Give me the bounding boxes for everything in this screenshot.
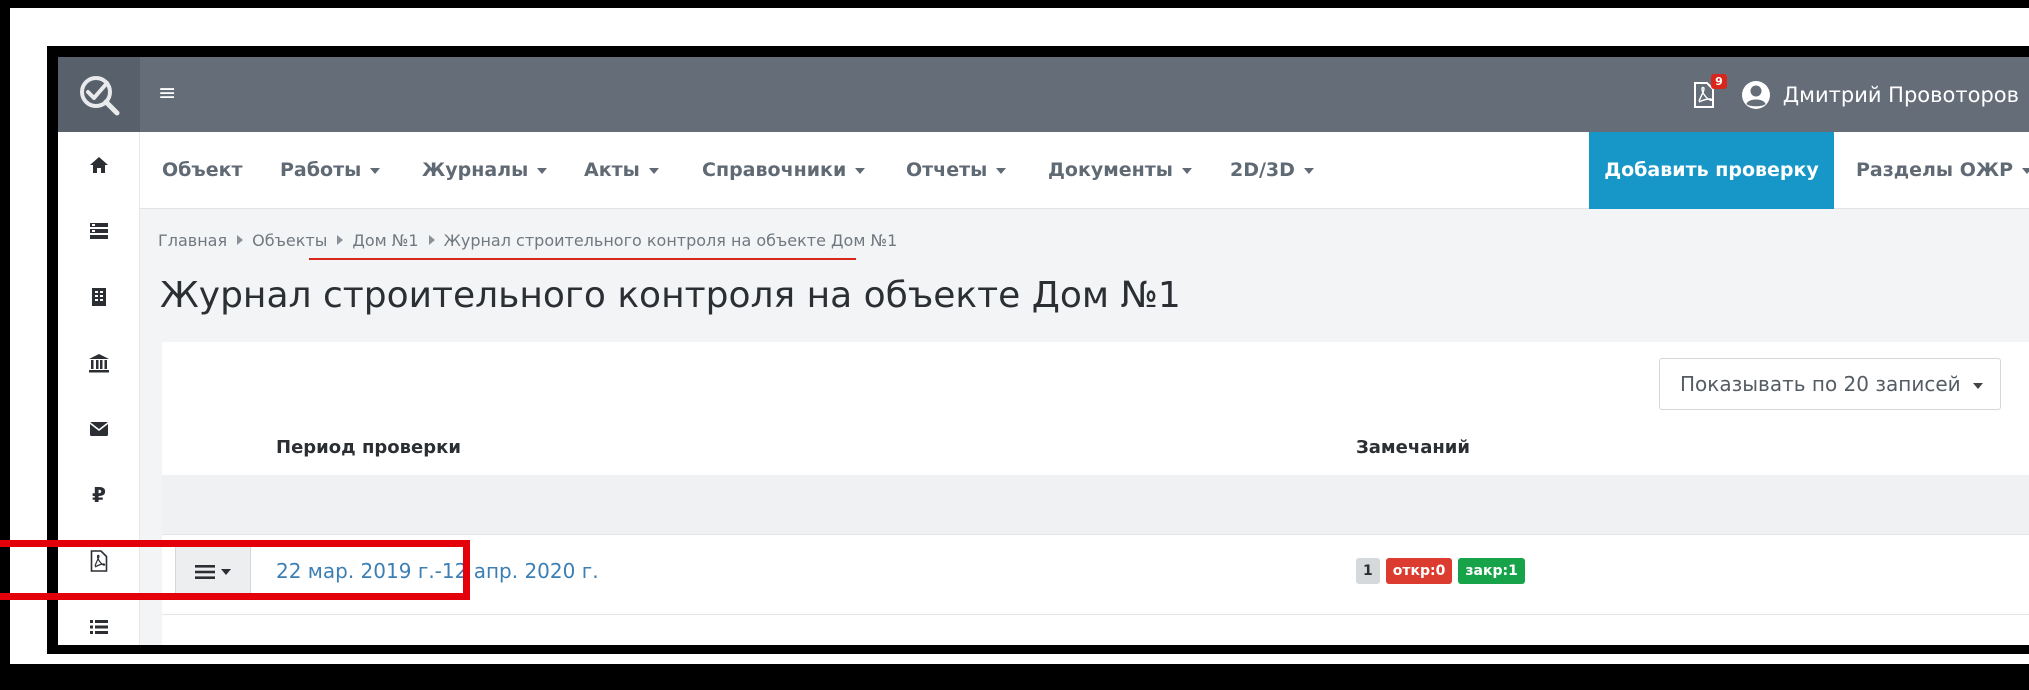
caret-right-icon	[237, 235, 244, 245]
sidebar-item-server[interactable]	[58, 198, 140, 264]
nav-item-2d3d[interactable]: 2D/3D	[1230, 132, 1314, 209]
nav-item-object[interactable]: Объект	[162, 132, 243, 209]
sidebar-item-mail[interactable]	[58, 396, 140, 462]
sidebar-item-pdf[interactable]	[58, 528, 140, 594]
envelope-icon	[89, 422, 109, 436]
page-size-select[interactable]: Показывать по 20 записей	[1659, 358, 2001, 410]
caret-down-icon	[1972, 382, 1983, 389]
row-divider	[162, 614, 2029, 615]
server-icon	[90, 223, 108, 239]
filter-row	[162, 475, 2029, 534]
sidebar: ₽	[58, 132, 140, 645]
nav-item-acts[interactable]: Акты	[584, 132, 659, 209]
breadcrumb-home[interactable]: Главная	[158, 231, 227, 250]
caret-right-icon	[337, 235, 344, 245]
nav-item-sections[interactable]: Разделы ОЖР	[1856, 132, 2029, 209]
sidebar-item-finance[interactable]: ₽	[58, 462, 140, 528]
app-logo[interactable]	[58, 57, 140, 132]
breadcrumb: Главная Объекты Дом №1 Журнал строительного…	[158, 231, 897, 250]
annotation-underline	[309, 258, 856, 260]
remarks-badges: 1 откр:0 закр:1	[1356, 558, 1525, 584]
remarks-total-badge: 1	[1356, 558, 1380, 584]
caret-down-icon	[1303, 167, 1314, 174]
hamburger-menu-icon[interactable]: ≡	[158, 79, 188, 109]
row-actions-button[interactable]	[175, 545, 251, 599]
add-inspection-button[interactable]: Добавить проверку	[1589, 132, 1834, 209]
bars-icon	[195, 565, 215, 579]
bank-icon	[89, 354, 109, 373]
caret-down-icon	[1182, 167, 1192, 174]
breadcrumb-objects[interactable]: Объекты	[252, 231, 327, 250]
caret-down-icon	[537, 167, 548, 174]
nav-item-references[interactable]: Справочники	[702, 132, 866, 209]
sidebar-item-bank[interactable]	[58, 330, 140, 396]
app-window: ≡ 9 Дмитрий Провоторов ₽ Объект Работы Ж…	[58, 57, 2029, 645]
nav-item-documents[interactable]: Документы	[1048, 132, 1192, 209]
breadcrumb-house[interactable]: Дом №1	[352, 231, 418, 250]
notification-count-badge: 9	[1711, 73, 1727, 89]
list-icon	[90, 620, 108, 634]
pdf-file-icon	[90, 550, 108, 572]
pdf-notifications-button[interactable]: 9	[1693, 73, 1727, 108]
main-navbar: Объект Работы Журналы Акты Справочники О…	[140, 132, 2029, 209]
caret-right-icon	[428, 235, 435, 245]
caret-down-icon	[996, 167, 1007, 174]
page-title: Журнал строительного контроля на объекте…	[160, 275, 1181, 316]
building-icon	[92, 288, 106, 306]
home-icon	[90, 157, 108, 173]
nav-item-reports[interactable]: Отчеты	[906, 132, 1007, 209]
caret-down-icon	[855, 167, 866, 174]
sidebar-item-home[interactable]	[58, 132, 140, 198]
row-divider	[162, 534, 2029, 535]
caret-down-icon	[221, 569, 231, 575]
caret-down-icon	[370, 167, 381, 174]
topbar-right: 9 Дмитрий Провоторов	[1693, 57, 2019, 132]
ruble-icon: ₽	[92, 483, 106, 507]
sidebar-item-list[interactable]	[58, 594, 140, 645]
logo-check-magnifier-icon	[80, 75, 120, 115]
user-menu[interactable]: Дмитрий Провоторов	[1741, 80, 2019, 110]
caret-down-icon	[2022, 167, 2029, 174]
remarks-open-badge: откр:0	[1385, 558, 1453, 584]
user-name: Дмитрий Провоторов	[1782, 82, 2019, 107]
nav-item-works[interactable]: Работы	[280, 132, 381, 209]
user-avatar-icon	[1741, 80, 1770, 109]
inspections-panel: Показывать по 20 записей Период проверки…	[162, 342, 2029, 645]
top-bar: ≡ 9 Дмитрий Провоторов	[58, 57, 2029, 132]
column-header-period[interactable]: Период проверки	[276, 437, 461, 458]
inspection-period-link[interactable]: 22 мар. 2019 г.-12 апр. 2020 г.	[276, 559, 599, 583]
remarks-closed-badge: закр:1	[1458, 558, 1525, 584]
nav-item-journals[interactable]: Журналы	[422, 132, 548, 209]
sidebar-item-building[interactable]	[58, 264, 140, 330]
breadcrumb-current: Журнал строительного контроля на объекте…	[443, 231, 898, 250]
column-header-remarks[interactable]: Замечаний	[1356, 437, 1470, 458]
caret-down-icon	[648, 167, 659, 174]
